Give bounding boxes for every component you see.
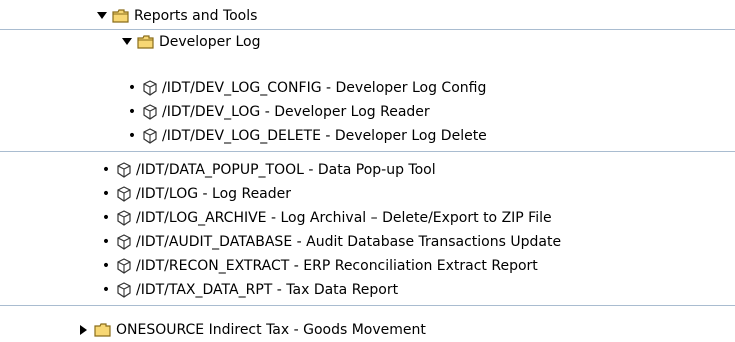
transaction-icon bbox=[116, 162, 132, 178]
divider bbox=[0, 151, 735, 152]
node-label: /IDT/TAX_DATA_RPT - Tax Data Report bbox=[136, 282, 399, 298]
tree-view: Reports and Tools Developer Log • /IDT/D… bbox=[0, 0, 735, 342]
collapsed-triangle-icon[interactable] bbox=[78, 324, 90, 336]
tree-leaf-data-popup-tool[interactable]: • /IDT/DATA_POPUP_TOOL - Data Pop-up Too… bbox=[0, 158, 735, 182]
node-label: Reports and Tools bbox=[134, 8, 258, 24]
tree-leaf-log-archive[interactable]: • /IDT/LOG_ARCHIVE - Log Archival – Dele… bbox=[0, 206, 735, 230]
bullet-icon: • bbox=[101, 234, 111, 250]
node-label: /IDT/DEV_LOG - Developer Log Reader bbox=[162, 104, 430, 120]
expanded-triangle-icon[interactable] bbox=[96, 10, 108, 22]
transaction-icon bbox=[116, 258, 132, 274]
bullet-icon: • bbox=[101, 186, 111, 202]
node-label: /IDT/LOG_ARCHIVE - Log Archival – Delete… bbox=[136, 210, 552, 226]
tree-leaf-audit-database[interactable]: • /IDT/AUDIT_DATABASE - Audit Database T… bbox=[0, 230, 735, 254]
node-label: ONESOURCE Indirect Tax - Goods Movement bbox=[116, 322, 426, 338]
folder-closed-icon bbox=[94, 323, 112, 337]
tree-leaf-tax-data-rpt[interactable]: • /IDT/TAX_DATA_RPT - Tax Data Report bbox=[0, 278, 735, 302]
tree-leaf-dev-log-delete[interactable]: • /IDT/DEV_LOG_DELETE - Developer Log De… bbox=[0, 124, 735, 148]
tree-node-onesource-goods-movement[interactable]: ONESOURCE Indirect Tax - Goods Movement bbox=[0, 318, 735, 342]
tree-node-developer-log[interactable]: Developer Log bbox=[0, 29, 735, 53]
bullet-icon: • bbox=[101, 210, 111, 226]
bullet-icon: • bbox=[127, 104, 137, 120]
folder-open-icon bbox=[112, 9, 130, 23]
transaction-icon bbox=[116, 282, 132, 298]
transaction-icon bbox=[116, 210, 132, 226]
bullet-icon: • bbox=[127, 80, 137, 96]
bullet-icon: • bbox=[101, 162, 111, 178]
transaction-icon bbox=[116, 186, 132, 202]
transaction-icon bbox=[116, 234, 132, 250]
divider bbox=[0, 305, 735, 306]
bullet-icon: • bbox=[127, 128, 137, 144]
node-label: /IDT/AUDIT_DATABASE - Audit Database Tra… bbox=[136, 234, 562, 250]
tree-node-reports-and-tools[interactable]: Reports and Tools bbox=[0, 4, 735, 28]
node-label: /IDT/DATA_POPUP_TOOL - Data Pop-up Tool bbox=[136, 162, 436, 178]
node-label: /IDT/DEV_LOG_CONFIG - Developer Log Conf… bbox=[162, 80, 487, 96]
transaction-icon bbox=[142, 128, 158, 144]
bullet-icon: • bbox=[101, 258, 111, 274]
bullet-icon: • bbox=[101, 282, 111, 298]
node-label: /IDT/RECON_EXTRACT - ERP Reconciliation … bbox=[136, 258, 538, 274]
folder-open-icon bbox=[137, 34, 155, 49]
expanded-triangle-icon[interactable] bbox=[121, 36, 133, 48]
tree-leaf-recon-extract[interactable]: • /IDT/RECON_EXTRACT - ERP Reconciliatio… bbox=[0, 254, 735, 278]
tree-leaf-log-reader[interactable]: • /IDT/LOG - Log Reader bbox=[0, 182, 735, 206]
node-label: /IDT/LOG - Log Reader bbox=[136, 186, 292, 202]
tree-leaf-dev-log-config[interactable]: • /IDT/DEV_LOG_CONFIG - Developer Log Co… bbox=[0, 76, 735, 100]
node-label: /IDT/DEV_LOG_DELETE - Developer Log Dele… bbox=[162, 128, 487, 144]
transaction-icon bbox=[142, 80, 158, 96]
node-label: Developer Log bbox=[159, 33, 261, 50]
tree-leaf-dev-log[interactable]: • /IDT/DEV_LOG - Developer Log Reader bbox=[0, 100, 735, 124]
transaction-icon bbox=[142, 104, 158, 120]
